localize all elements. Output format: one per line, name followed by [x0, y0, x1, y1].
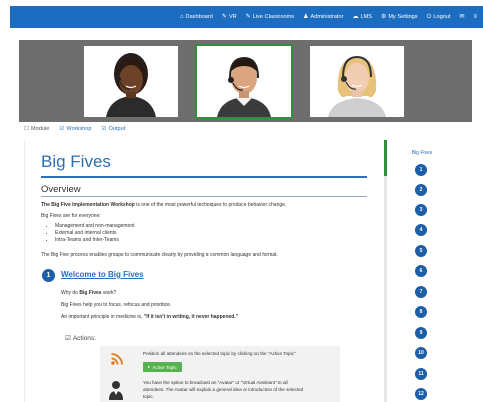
active-topic-label: Active Topic	[152, 364, 177, 370]
nav-live-classrooms[interactable]: ✎ Live Classrooms	[246, 14, 294, 20]
cloud-icon: ☁	[352, 14, 359, 20]
nav-messages[interactable]: ✉	[459, 14, 464, 20]
list-item: Intra-Teams and Inter-Teams	[55, 237, 135, 244]
nav-logout[interactable]: ⏻ Logout	[427, 14, 451, 20]
nav-administrator[interactable]: ♟ Administrator	[303, 14, 343, 20]
enables-text: The Big Five process enables groups to c…	[41, 252, 278, 258]
nav-dashboard[interactable]: ⌂ Dashboard	[180, 14, 213, 20]
list-item: Management and non-management	[55, 223, 135, 230]
nav-label: Dashboard	[185, 14, 213, 20]
avatar-agent-icon	[109, 381, 123, 400]
active-topic-button[interactable]: ▸ Active Topic	[143, 362, 182, 372]
forward-icon: ▸	[148, 364, 151, 369]
for-everyone-text: Big Fives are for everyone:	[41, 213, 101, 219]
principle-quote: "If it isn't in writing, it never happen…	[143, 314, 239, 320]
intro-bold: The Big Five Implementation Workshop	[41, 202, 135, 208]
nav-label: Logout	[433, 14, 451, 20]
sidebar-step-10[interactable]: 10	[415, 347, 427, 359]
tab-output[interactable]: ☑ Output	[101, 126, 125, 132]
sidebar-step-5[interactable]: 5	[415, 245, 427, 257]
participant-video-3[interactable]	[310, 46, 404, 117]
nav-label: VR	[228, 14, 237, 20]
tab-label: Workshop	[66, 126, 92, 132]
overview-heading: Overview	[41, 184, 81, 195]
step-number-badge: 1	[42, 269, 55, 282]
tab-label: Module	[31, 126, 50, 132]
actions-box: Position all attendees on the selected t…	[100, 346, 340, 402]
action-2-line-2: attendees. The Avatar will explain a gen…	[143, 387, 304, 392]
gear-icon: ⚙	[380, 14, 387, 20]
user-icon: ♟	[303, 14, 309, 20]
nav-label: My Settings	[388, 14, 418, 20]
edit-icon: ✎	[221, 14, 227, 20]
sidebar-step-12[interactable]: 12	[415, 388, 427, 400]
checkbox-icon: ☑	[59, 126, 65, 132]
nav-label: Live Classrooms	[252, 14, 295, 20]
sidebar-step-8[interactable]: 8	[415, 306, 427, 318]
principle-text: An important principle in medicine is, "…	[61, 314, 238, 320]
participant-2-image	[197, 46, 291, 117]
sidebar-step-9[interactable]: 9	[415, 327, 427, 339]
why-bold: Big Fives	[79, 290, 102, 296]
nav-label: LMS	[360, 14, 372, 20]
sidebar-step-11[interactable]: 11	[415, 368, 427, 380]
step-title-link[interactable]: Welcome to Big Fives	[61, 270, 144, 279]
sidebar-step-7[interactable]: 7	[415, 286, 427, 298]
nav-my-settings[interactable]: ⚙ My Settings	[381, 14, 418, 20]
why-suffix: work?	[101, 290, 117, 296]
content-tabs: ☐ Module ☑ Workshop ☑ Output	[24, 126, 125, 132]
rss-icon	[111, 353, 123, 365]
tab-workshop[interactable]: ☑ Workshop	[59, 126, 91, 132]
power-icon: ⏻	[426, 14, 432, 20]
participant-1-image	[84, 46, 178, 117]
checkbox-icon: ☑	[65, 335, 71, 342]
edit-icon: ✎	[245, 14, 251, 20]
envelope-icon: ✉	[459, 14, 465, 20]
sidebar-step-2[interactable]: 2	[415, 184, 427, 196]
action-1-text: Position all attendees on the selected t…	[143, 351, 296, 356]
main-content-panel: Big Fives Overview The Big Five Implemen…	[24, 140, 384, 402]
sidebar-step-3[interactable]: 3	[415, 204, 427, 216]
nav-lms[interactable]: ☁ LMS	[352, 14, 372, 20]
participant-video-2-active[interactable]	[195, 44, 293, 119]
action-2-line-1: You have the option to broadcast an "Ava…	[143, 380, 288, 385]
menu-icon: ≡	[473, 14, 477, 20]
actions-label: Actions:	[72, 334, 96, 342]
participant-video-1[interactable]	[84, 46, 178, 117]
nav-menu[interactable]: ≡	[473, 14, 477, 20]
panel-divider-active-marker	[384, 140, 387, 176]
actions-heading: ☑ Actions:	[65, 334, 96, 343]
participant-3-image	[310, 46, 404, 117]
principle-prefix: An important principle in medicine is,	[61, 314, 144, 320]
nav-vr[interactable]: ✎ VR	[222, 14, 237, 20]
intro-rest: is one of the most powerful techniques t…	[134, 202, 287, 208]
sidebar-step-6[interactable]: 6	[415, 265, 427, 277]
panel-divider	[384, 140, 387, 402]
why-text: Why do Big Fives work?	[61, 290, 116, 296]
sidebar-step-1[interactable]: 1	[415, 164, 427, 176]
action-2-line-3: topic.	[143, 394, 154, 399]
list-item: External and internal clients	[55, 230, 135, 237]
video-participants-band	[19, 40, 472, 122]
square-icon: ☐	[24, 126, 30, 132]
checkbox-icon: ☑	[101, 126, 107, 132]
intro-paragraph: The Big Five Implementation Workshop is …	[41, 202, 286, 208]
overview-divider	[41, 196, 367, 197]
title-divider	[41, 176, 367, 178]
why-prefix: Why do	[61, 290, 80, 296]
sidebar-step-4[interactable]: 4	[415, 224, 427, 236]
tab-label: Output	[108, 126, 126, 132]
top-navigation-bar: ⌂ Dashboard ✎ VR ✎ Live Classrooms ♟ Adminis…	[10, 6, 483, 28]
page-title: Big Fives	[41, 152, 111, 171]
tab-module[interactable]: ☐ Module	[24, 126, 49, 132]
nav-label: Administrator	[310, 14, 344, 20]
home-icon: ⌂	[179, 14, 184, 20]
helps-text: Big Fives help you to focus, refocus and…	[61, 302, 172, 308]
audience-list: Management and non-management External a…	[55, 223, 135, 244]
sidebar-title[interactable]: Big Fives	[389, 150, 455, 156]
steps-sidebar: Big Fives 1 2 3 4 5 6 7 8 9 10 11 12	[389, 140, 464, 402]
